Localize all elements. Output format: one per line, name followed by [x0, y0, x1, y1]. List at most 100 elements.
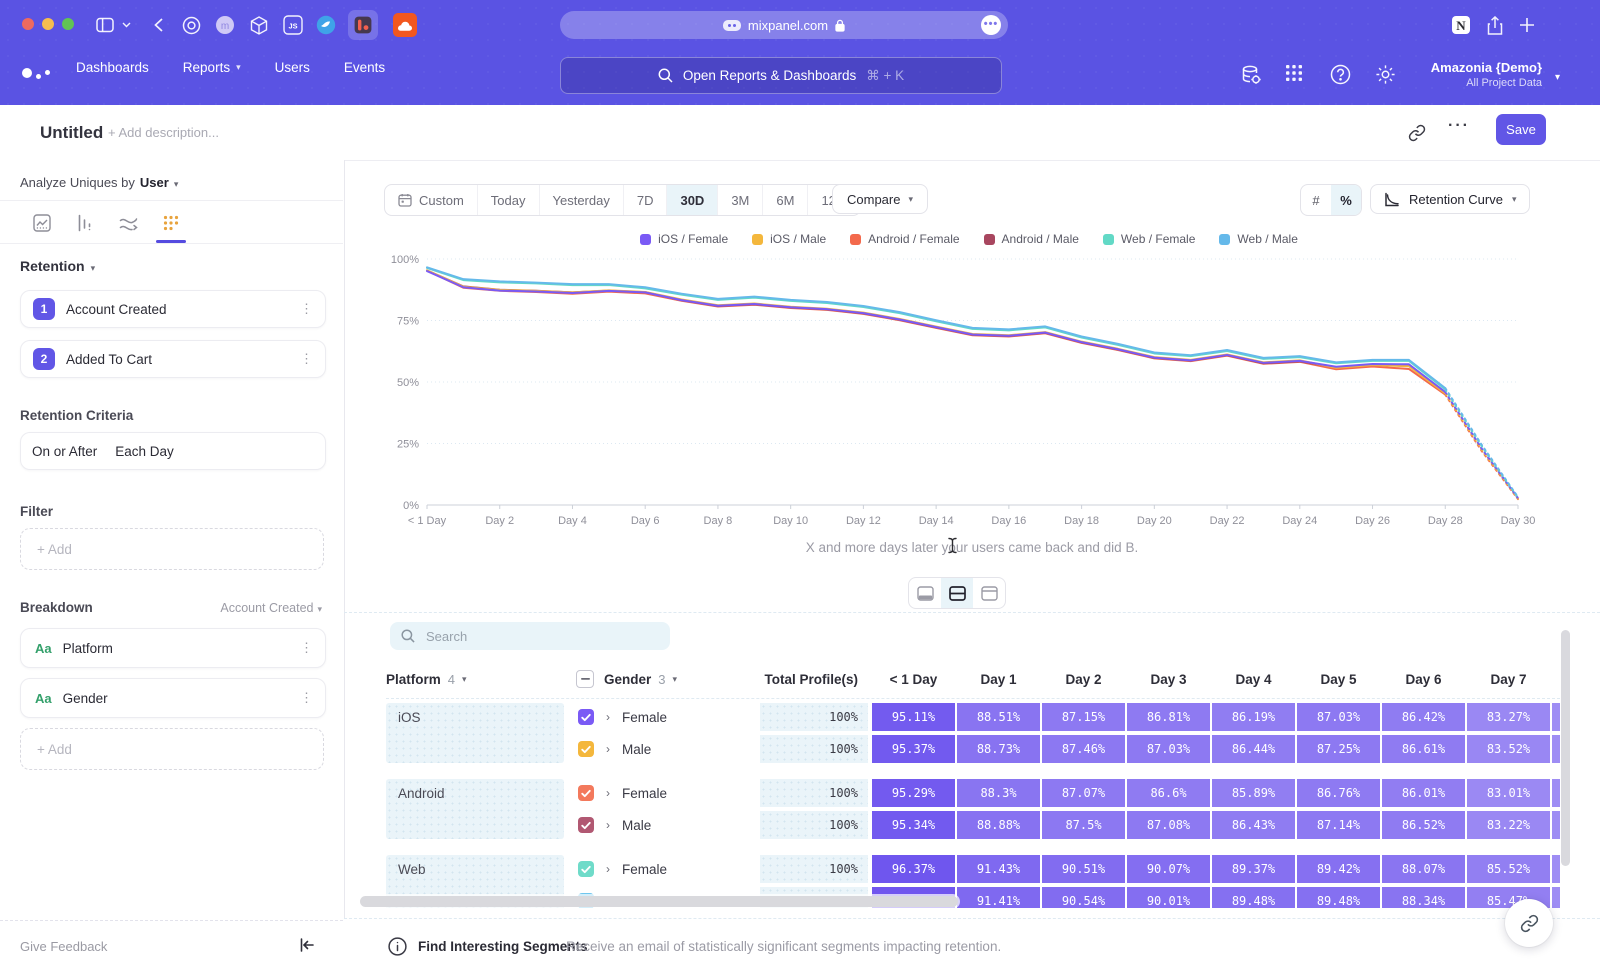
day-column-header[interactable]: < 1 Day: [872, 665, 955, 693]
avatar-app-icon[interactable]: m: [212, 12, 238, 38]
day-column-header[interactable]: Day 2: [1042, 665, 1125, 693]
day-column-header[interactable]: Day 4: [1212, 665, 1295, 693]
vertical-scrollbar[interactable]: [1561, 630, 1570, 866]
compare-button[interactable]: Compare▾: [832, 184, 928, 214]
day-column-header[interactable]: Day 6: [1382, 665, 1465, 693]
settings-gear-icon[interactable]: [1375, 64, 1396, 85]
save-button[interactable]: Save: [1496, 114, 1546, 145]
retention-value-cell[interactable]: 90.07%: [1127, 855, 1210, 883]
window-controls[interactable]: [22, 18, 74, 30]
row-checkbox[interactable]: [578, 741, 594, 757]
row-checkbox[interactable]: [578, 817, 594, 833]
retention-value-cell[interactable]: 88.73%: [957, 735, 1040, 763]
expand-chevron-icon[interactable]: ›: [606, 862, 610, 876]
share-link-button[interactable]: [1505, 899, 1553, 947]
day-column-header[interactable]: Day 7: [1467, 665, 1550, 693]
swirl-app-icon[interactable]: [313, 12, 339, 38]
expand-chevron-icon[interactable]: ›: [606, 786, 610, 800]
row-checkbox[interactable]: [578, 785, 594, 801]
retention-criteria-card[interactable]: On or After Each Day: [20, 432, 326, 470]
gender-cell[interactable]: ›Female: [576, 703, 748, 731]
retention-value-cell[interactable]: 86.52%: [1382, 811, 1465, 839]
find-segments-link[interactable]: Find Interesting Segments: [418, 939, 588, 954]
table-search[interactable]: [390, 622, 670, 650]
retention-value-cell[interactable]: 86.44%: [1212, 735, 1295, 763]
retention-value-cell[interactable]: 87.07%: [1042, 779, 1125, 807]
legend-item[interactable]: Web / Female: [1103, 232, 1195, 246]
retention-value-cell[interactable]: 87.15%: [1042, 703, 1125, 731]
new-tab-icon[interactable]: [1514, 12, 1540, 38]
number-toggle[interactable]: #: [1301, 185, 1331, 215]
js-app-icon[interactable]: JS: [280, 12, 306, 38]
data-management-icon[interactable]: [1240, 64, 1262, 86]
maximize-window-button[interactable]: [62, 18, 74, 30]
retention-value-cell[interactable]: 83.52%: [1467, 735, 1550, 763]
tab-insights-icon[interactable]: [30, 211, 54, 235]
day-column-header[interactable]: Day 5: [1297, 665, 1380, 693]
legend-item[interactable]: Android / Male: [984, 232, 1079, 246]
retention-step-card[interactable]: 1Account Created⋮: [20, 290, 326, 328]
gender-column-header[interactable]: Gender 3 ▾: [576, 665, 748, 693]
retention-value-cell[interactable]: 87.25%: [1297, 735, 1380, 763]
cube-app-icon[interactable]: [246, 12, 272, 38]
platform-column-header[interactable]: Platform 4 ▾: [386, 672, 564, 687]
retention-value-cell[interactable]: 95.11%: [872, 703, 955, 731]
platform-cell[interactable]: iOS: [386, 703, 564, 763]
analyze-uniques-by[interactable]: Analyze Uniques byUser▾: [20, 175, 178, 190]
back-icon[interactable]: [145, 12, 171, 38]
retention-value-cell[interactable]: 86.01%: [1382, 779, 1465, 807]
day-column-header[interactable]: Day 1: [957, 665, 1040, 693]
chart-type-dropdown[interactable]: Retention Curve▾: [1370, 184, 1530, 214]
retention-value-cell[interactable]: 89.48%: [1297, 887, 1380, 908]
journal-app-icon[interactable]: [348, 10, 378, 40]
range-6m[interactable]: 6M: [763, 185, 808, 215]
retention-value-cell[interactable]: 95.37%: [872, 735, 955, 763]
retention-value-cell[interactable]: 85.89%: [1212, 779, 1295, 807]
criteria-on-or-after[interactable]: On or After: [32, 444, 97, 459]
analyze-value[interactable]: User: [140, 175, 169, 190]
gender-cell[interactable]: ›Male: [576, 735, 748, 763]
layout-chart-large-icon[interactable]: [909, 578, 941, 608]
kebab-menu-icon[interactable]: ⋮: [300, 351, 313, 367]
layout-split-icon[interactable]: [941, 578, 973, 608]
range-custom[interactable]: Custom: [385, 185, 478, 215]
legend-item[interactable]: iOS / Male: [752, 232, 826, 246]
retention-value-cell[interactable]: 83.22%: [1467, 811, 1550, 839]
retention-value-cell[interactable]: 85.52%: [1467, 855, 1550, 883]
range-today[interactable]: Today: [478, 185, 540, 215]
retention-chart[interactable]: 0%25%50%75%100%< 1 DayDay 2Day 4Day 6Day…: [384, 246, 1544, 534]
row-checkbox[interactable]: [578, 709, 594, 725]
retention-value-cell[interactable]: 91.43%: [957, 855, 1040, 883]
target-app-icon[interactable]: [178, 12, 204, 38]
collapse-sidebar-icon[interactable]: [299, 937, 315, 953]
retention-value-cell[interactable]: 87.08%: [1127, 811, 1210, 839]
copy-link-icon[interactable]: [1408, 124, 1426, 142]
give-feedback-link[interactable]: Give Feedback: [20, 939, 107, 954]
total-column-header[interactable]: Total Profile(s): [760, 665, 868, 693]
gender-select-all-checkbox[interactable]: [576, 670, 594, 688]
step-event-name[interactable]: Account Created: [66, 302, 300, 317]
range-yesterday[interactable]: Yesterday: [540, 185, 624, 215]
platform-cell[interactable]: Android: [386, 779, 564, 839]
kebab-menu-icon[interactable]: ⋮: [300, 301, 313, 317]
tab-funnels-icon[interactable]: [73, 211, 97, 235]
gender-cell[interactable]: ›Female: [576, 855, 748, 883]
table-search-input[interactable]: [424, 628, 648, 645]
retention-value-cell[interactable]: 87.5%: [1042, 811, 1125, 839]
close-window-button[interactable]: [22, 18, 34, 30]
retention-value-cell[interactable]: 89.48%: [1212, 887, 1295, 908]
range-30d[interactable]: 30D: [667, 185, 718, 215]
retention-value-cell[interactable]: 86.42%: [1382, 703, 1465, 731]
legend-item[interactable]: Android / Female: [850, 232, 959, 246]
report-title[interactable]: Untitled: [40, 123, 103, 143]
apps-grid-icon[interactable]: [1285, 64, 1303, 82]
retention-value-cell[interactable]: 83.01%: [1467, 779, 1550, 807]
nav-item-dashboards[interactable]: Dashboards: [76, 60, 149, 75]
retention-value-cell[interactable]: 86.61%: [1382, 735, 1465, 763]
range-3m[interactable]: 3M: [718, 185, 763, 215]
retention-section-heading[interactable]: Retention▾: [20, 258, 95, 274]
expand-chevron-icon[interactable]: ›: [606, 710, 610, 724]
retention-value-cell[interactable]: 86.43%: [1212, 811, 1295, 839]
retention-value-cell[interactable]: 87.14%: [1297, 811, 1380, 839]
step-event-name[interactable]: Added To Cart: [66, 352, 300, 367]
